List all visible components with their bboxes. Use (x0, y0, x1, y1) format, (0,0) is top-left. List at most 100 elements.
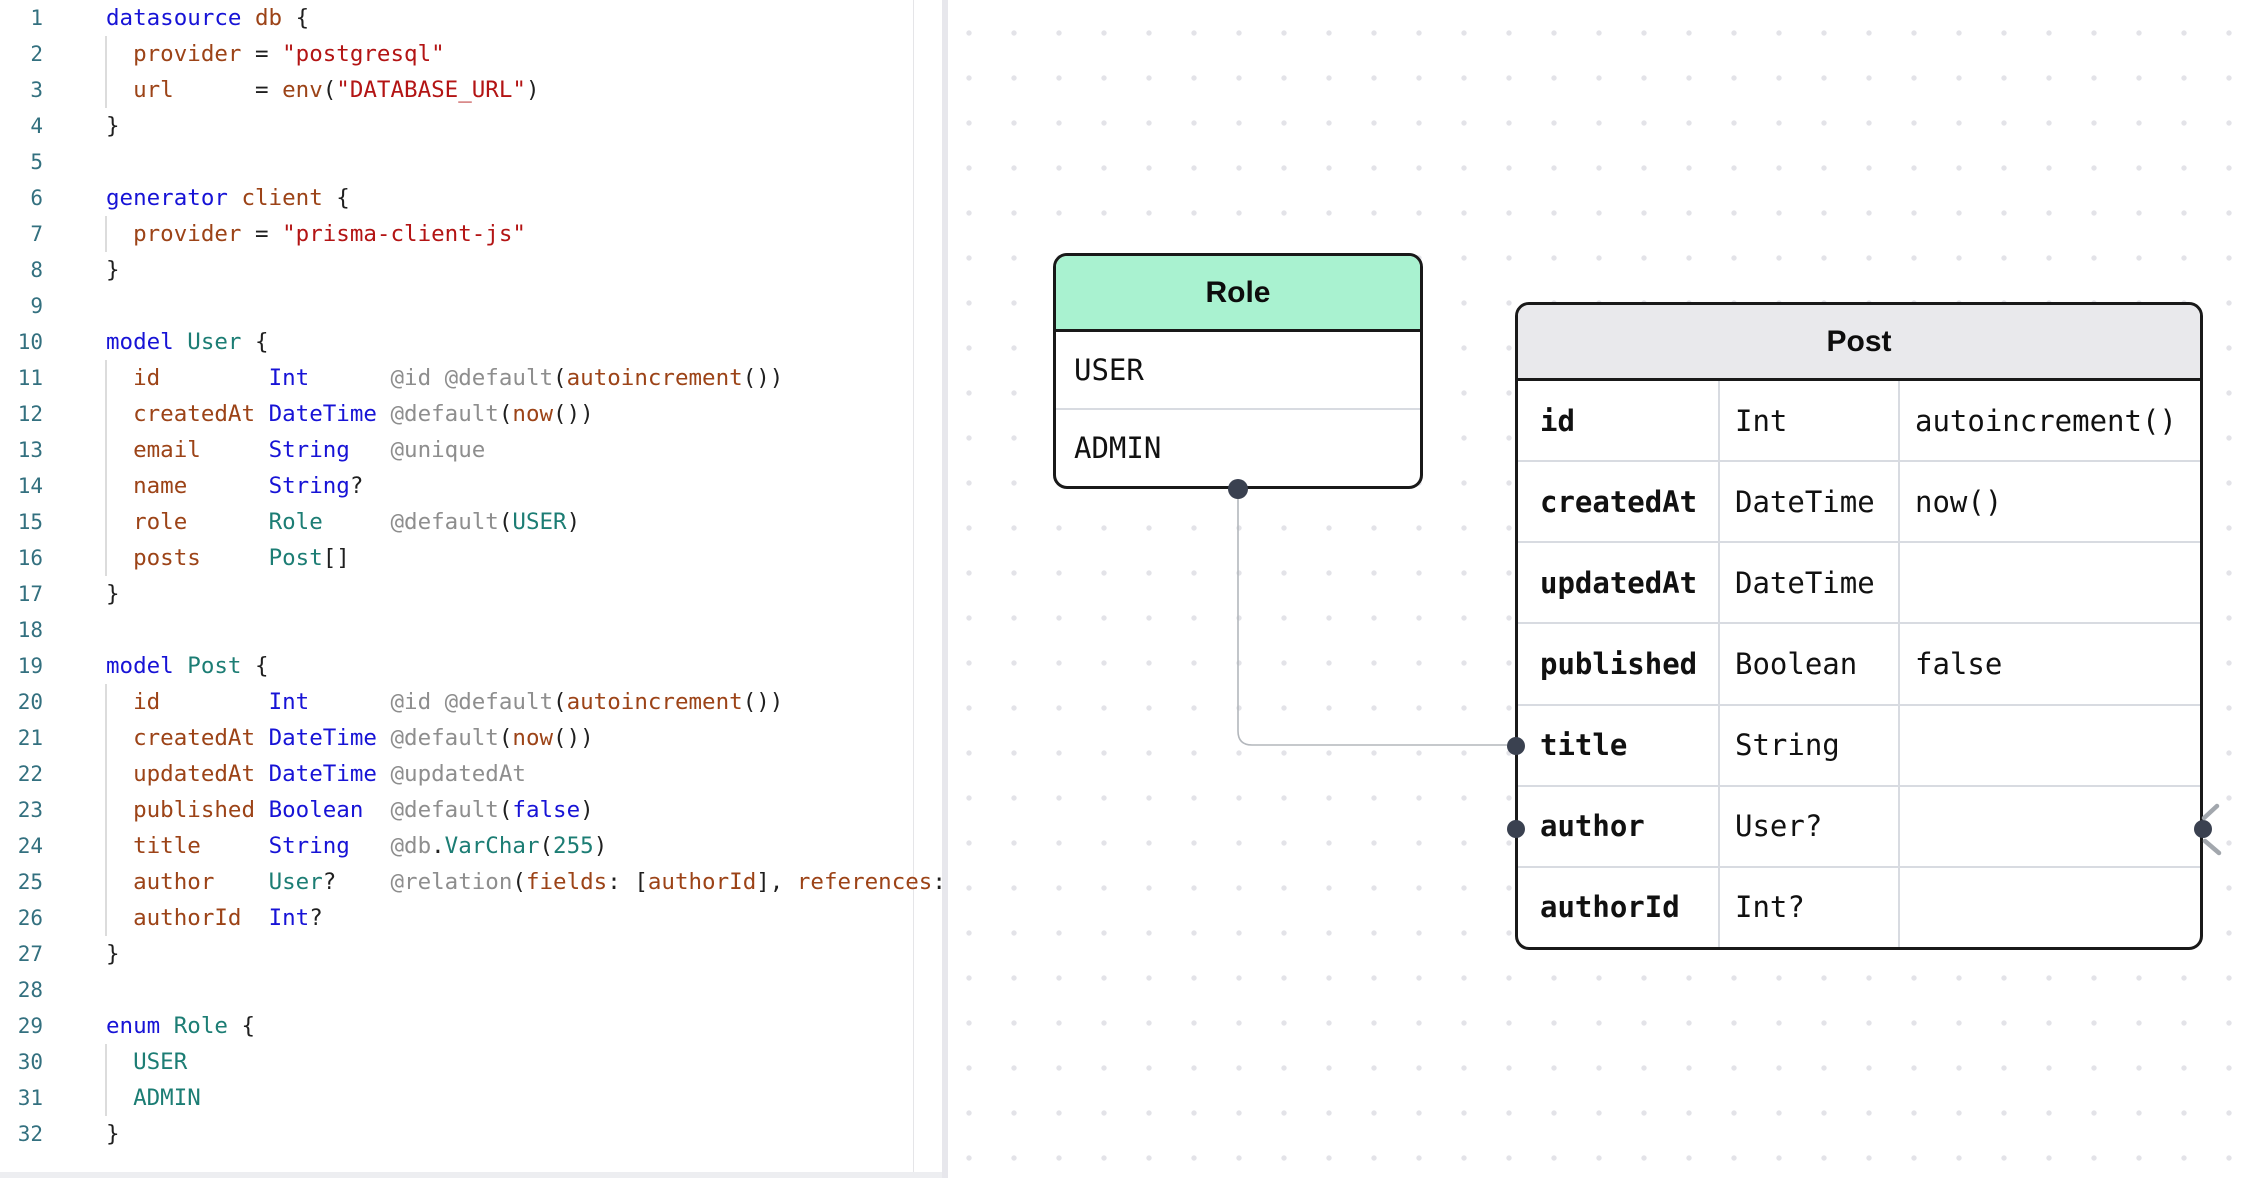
code-line: name String? (106, 468, 942, 504)
code-token (350, 833, 391, 859)
code-token: enum (106, 1013, 160, 1039)
code-line: provider = "postgresql" (106, 36, 942, 72)
code-token: ? (323, 869, 337, 895)
code-token (160, 689, 268, 715)
entity-post-header: Post (1518, 305, 2200, 381)
code-token: : [ (607, 869, 648, 895)
line-number: 28 (0, 972, 43, 1008)
field-type-cell: Boolean (1718, 624, 1898, 703)
line-number: 26 (0, 900, 43, 936)
code-line: datasource db { (106, 0, 942, 36)
code-token: @default (390, 401, 498, 427)
code-line: author User? @relation(fields: [authorId… (106, 864, 942, 900)
code-line: enum Role { (106, 1008, 942, 1044)
code-token: ) (594, 833, 608, 859)
code-token (174, 653, 188, 679)
field-default-cell (1898, 543, 2200, 622)
line-number: 3 (0, 72, 43, 108)
code-token: email (133, 437, 201, 463)
code-token (106, 41, 133, 67)
code-token: ()) (553, 725, 594, 751)
code-token (241, 5, 255, 31)
entity-post[interactable]: Post idIntautoincrement()createdAtDateTi… (1515, 302, 2203, 950)
entity-role-header: Role (1056, 256, 1420, 332)
code-token: client (241, 185, 322, 211)
code-token: provider (133, 221, 241, 247)
code-token: = (174, 77, 282, 103)
code-token: generator (106, 185, 228, 211)
code-token: ? (350, 473, 364, 499)
code-line: ADMIN (106, 1080, 942, 1116)
code-token: User (269, 869, 323, 895)
code-token (106, 797, 133, 823)
field-default-cell (1898, 868, 2200, 947)
code-token: model (106, 329, 174, 355)
code-token: ) (580, 797, 594, 823)
field-name-cell: updatedAt (1518, 543, 1718, 622)
code-token: { (282, 5, 309, 31)
line-number: 2 (0, 36, 43, 72)
code-line: id Int @id @default(autoincrement()) (106, 360, 942, 396)
line-number: 10 (0, 324, 43, 360)
line-number: 25 (0, 864, 43, 900)
code-line (106, 288, 942, 324)
code-area[interactable]: datasource db { provider = "postgresql" … (106, 0, 942, 1152)
code-token: Int (269, 689, 310, 715)
code-token (255, 797, 269, 823)
code-token (106, 545, 133, 571)
code-line (106, 612, 942, 648)
code-token: db (255, 5, 282, 31)
field-type-cell: Int (1718, 381, 1898, 460)
code-token: ( (553, 689, 567, 715)
field-type-cell: User? (1718, 787, 1898, 866)
code-token (174, 329, 188, 355)
code-token (363, 797, 390, 823)
code-token: ( (512, 869, 526, 895)
line-number: 31 (0, 1080, 43, 1116)
code-token (106, 473, 133, 499)
table-row: authorUser? (1518, 787, 2200, 868)
field-default-cell (1898, 787, 2200, 866)
code-line: } (106, 108, 942, 144)
code-token: model (106, 653, 174, 679)
code-token: ( (540, 833, 554, 859)
code-token: } (106, 581, 120, 607)
field-type-cell: String (1718, 706, 1898, 785)
code-token: } (106, 257, 120, 283)
code-token: published (133, 797, 255, 823)
code-token: Boolean (269, 797, 364, 823)
line-number: 19 (0, 648, 43, 684)
code-token: ADMIN (133, 1085, 201, 1111)
code-token: USER (133, 1049, 187, 1075)
code-token (377, 761, 391, 787)
code-token (106, 1085, 133, 1111)
enum-value-row: ADMIN (1056, 410, 1420, 486)
code-line: email String @unique (106, 432, 942, 468)
entity-role-title: Role (1205, 276, 1270, 310)
line-number: 1 (0, 0, 43, 36)
code-token (106, 221, 133, 247)
relation-dash-lower (2205, 841, 2219, 853)
field-name-cell: title (1518, 706, 1718, 785)
schema-editor[interactable]: 1234567891011121314151617181920212223242… (0, 0, 942, 1178)
code-token: false (512, 797, 580, 823)
erd-canvas[interactable]: Role USERADMIN Post idIntautoincrement()… (948, 0, 2262, 1178)
code-token: Role (269, 509, 323, 535)
code-token (377, 725, 391, 751)
code-line: generator client { (106, 180, 942, 216)
code-token: ) (567, 509, 581, 535)
entity-role[interactable]: Role USERADMIN (1053, 253, 1423, 489)
code-token: title (133, 833, 201, 859)
field-name-cell: createdAt (1518, 462, 1718, 541)
editor-horizontal-scrollbar[interactable] (0, 1172, 942, 1178)
code-token (228, 185, 242, 211)
line-number: 17 (0, 576, 43, 612)
line-number: 7 (0, 216, 43, 252)
code-token: ()) (743, 365, 784, 391)
line-number: 12 (0, 396, 43, 432)
code-token (106, 365, 133, 391)
code-token (106, 77, 133, 103)
code-token: ], (756, 869, 797, 895)
table-row: publishedBooleanfalse (1518, 624, 2200, 705)
code-line: title String @db.VarChar(255) (106, 828, 942, 864)
